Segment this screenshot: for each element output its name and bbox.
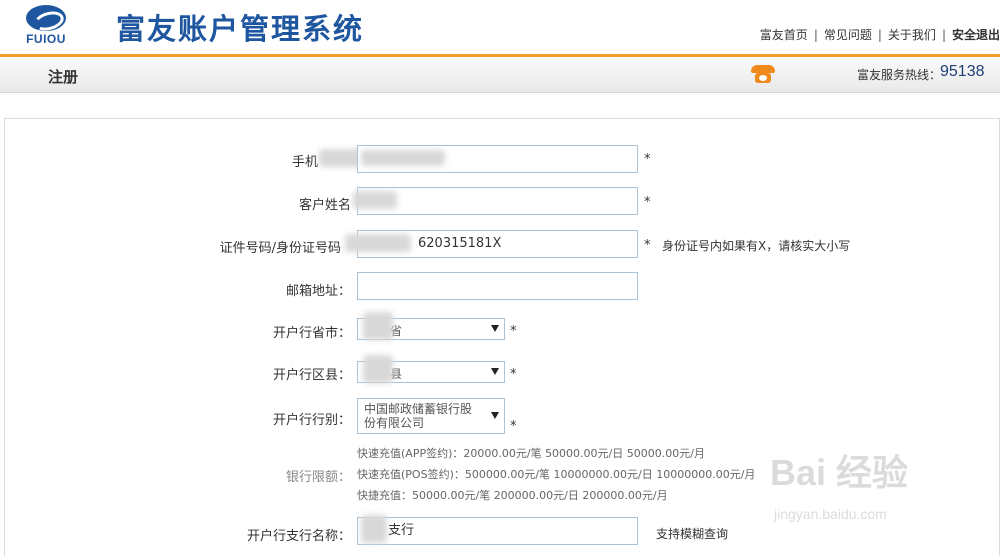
watermark-url: jingyan.baidu.com	[774, 506, 887, 522]
fuiou-logo[interactable]: FUIOU	[22, 5, 70, 47]
name-label: 客户姓名	[298, 198, 351, 213]
logo-text: FUIOU	[26, 32, 66, 46]
province-required-mark: *	[510, 324, 517, 339]
page-bar: 注册 富友服务热线： 95138	[0, 57, 1000, 93]
district-dropdown-icon[interactable]	[491, 368, 499, 375]
email-input[interactable]	[357, 272, 638, 300]
bank-limit-label: 银行限额：	[285, 470, 351, 485]
logo-mark-icon	[26, 5, 66, 31]
redacted-phone-value	[361, 150, 445, 166]
site-title: 富友账户管理系统	[116, 12, 365, 46]
redacted-name	[353, 191, 397, 209]
bank-limit-app: 快速充值(APP签约)：20000.00元/笔 50000.00元/日 5000…	[357, 447, 705, 460]
nav-separator: |	[877, 28, 882, 42]
redacted-id-prefix	[345, 234, 411, 252]
nav-logout-link[interactable]: 安全退出	[952, 26, 1000, 43]
nav-separator: |	[813, 28, 818, 42]
bank-limit-pos: 快速充值(POS签约)：500000.00元/笔 10000000.00元/日 …	[357, 468, 756, 481]
branch-hint: 支持模糊查询	[656, 527, 729, 541]
email-label: 邮箱地址：	[285, 284, 351, 299]
id-number-label: 证件号码/身份证号码	[219, 241, 341, 256]
bank-type-selected-value: 中国邮政储蓄银行股份有限公司	[364, 402, 473, 430]
province-dropdown-icon[interactable]	[491, 325, 499, 332]
page-title: 注册	[48, 68, 79, 86]
nav-faq-link[interactable]: 常见问题	[824, 26, 872, 43]
branch-label: 开户行支行名称：	[246, 529, 351, 544]
nav-home-link[interactable]: 富友首页	[760, 26, 808, 43]
redacted-province	[363, 312, 393, 340]
bank-type-select[interactable]: 中国邮政储蓄银行股份有限公司	[357, 398, 505, 434]
baidu-watermark: Bai 经验 jingyan.baidu.com	[762, 444, 998, 544]
top-nav: 富友首页 | 常见问题 | 关于我们 | 安全退出	[760, 26, 1000, 43]
bank-limit-quick: 快捷充值：50000.00元/笔 200000.00元/日 200000.00元…	[357, 489, 668, 502]
watermark-main: Bai 经验	[770, 452, 909, 493]
phone-label: 手机	[291, 155, 318, 170]
bank-type-dropdown-icon[interactable]	[491, 412, 499, 419]
district-label: 开户行区县：	[272, 368, 351, 383]
redacted-branch	[361, 515, 387, 543]
name-input[interactable]	[357, 187, 638, 215]
id-required-mark: *	[644, 238, 651, 253]
province-label: 开户行省市：	[272, 326, 351, 341]
branch-input[interactable]: 支行	[357, 517, 638, 545]
redacted-district	[363, 355, 393, 383]
header: FUIOU 富友账户管理系统 富友首页 | 常见问题 | 关于我们 | 安全退出	[0, 0, 1000, 56]
id-number-hint: 身份证号内如果有X，请核实大小写	[662, 239, 851, 253]
name-required-mark: *	[644, 195, 651, 210]
hotline-label: 富友服务热线：	[857, 68, 942, 82]
district-required-mark: *	[510, 367, 517, 382]
bank-limit-list: 快速充值(APP签约)：20000.00元/笔 50000.00元/日 5000…	[357, 443, 755, 506]
nav-separator: |	[941, 28, 946, 42]
phone-required-mark: *	[644, 152, 651, 167]
nav-about-link[interactable]: 关于我们	[888, 26, 936, 43]
phone-icon	[751, 65, 775, 83]
bank-type-label: 开户行行别：	[272, 413, 351, 428]
hotline-number: 95138	[940, 63, 985, 80]
bank-type-required-mark: *	[510, 419, 517, 434]
